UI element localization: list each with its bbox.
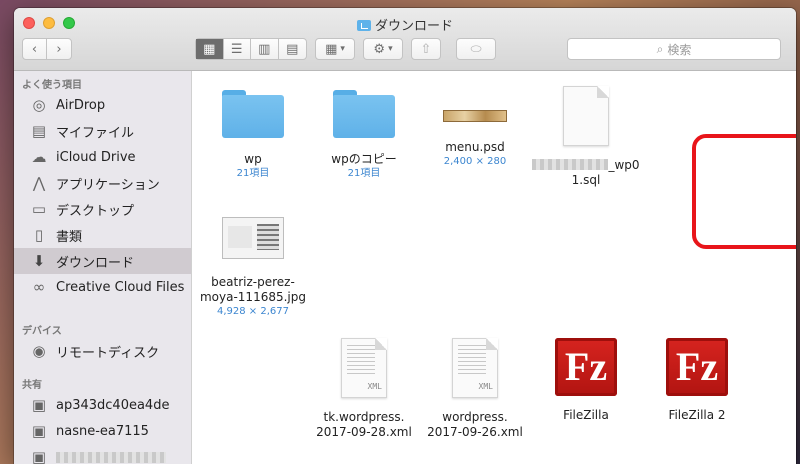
search-placeholder: 検索 <box>667 42 692 57</box>
view-mode-control: ▦ ☰ ▥ ▤ <box>195 38 307 60</box>
file-item[interactable]: XML tk.wordpress. 2017-09-28.xml <box>309 338 419 440</box>
filezilla-app-icon: Fz <box>666 338 728 396</box>
sidebar-item-shared-2[interactable]: ▣ nasne-ea7115 <box>14 418 191 444</box>
icon-view-button[interactable]: ▦ <box>196 39 224 59</box>
red-highlight-box <box>692 134 796 249</box>
chevron-down-icon: ▾ <box>340 44 345 54</box>
search-field[interactable]: ⌕ 検索 <box>567 38 781 60</box>
filezilla-app-icon: Fz <box>555 338 617 396</box>
window-title: ダウンロード <box>14 15 796 34</box>
gallery-icon: ▤ <box>286 41 299 57</box>
sidebar-item-remote-disc[interactable]: ◉ リモートディスク <box>14 338 191 364</box>
group-grid-icon: ▦ <box>325 41 338 57</box>
title-bar: ダウンロード ‹ › ▦ ☰ ▥ ▤ ▦ ▾ ⚙ ▾ ⇧ ⬭ ⌕ 検索 <box>14 8 796 71</box>
sidebar-item-downloads[interactable]: ⬇ ダウンロード <box>14 248 191 274</box>
share-button[interactable]: ⇧ <box>411 38 441 60</box>
documents-icon: ▯ <box>34 226 44 244</box>
computer-icon: ▣ <box>31 422 47 440</box>
sidebar-item-shared-1[interactable]: ▣ ap343dc40ea4de <box>14 392 191 418</box>
applications-icon: ⋀ <box>32 174 46 192</box>
back-forward-control: ‹ › <box>22 38 72 60</box>
image-thumbnail-icon <box>222 217 284 259</box>
file-name: wp <box>244 152 262 166</box>
creative-cloud-icon: ∞ <box>32 278 46 296</box>
file-item[interactable]: XML wordpress. 2017-09-26.xml <box>420 338 530 440</box>
sidebar-section-favorites: よく使う項目 <box>22 80 82 91</box>
tag-icon: ⬭ <box>470 41 482 57</box>
back-button[interactable]: ‹ <box>23 39 48 59</box>
group-button[interactable]: ▦ ▾ <box>315 38 355 60</box>
xml-document-icon: XML <box>341 338 387 398</box>
sidebar: よく使う項目 ◎ AirDrop ▤ マイファイル ☁ iCloud Drive ⋀ ア… <box>14 71 192 464</box>
file-name: wpのコピー <box>331 152 397 166</box>
sidebar-section-devices: デバイス <box>22 326 62 337</box>
file-info: 2,400 × 280 <box>443 156 507 167</box>
image-thumbnail-icon <box>443 110 507 122</box>
download-icon: ⬇ <box>32 252 46 270</box>
sidebar-item-airdrop[interactable]: ◎ AirDrop <box>14 92 191 118</box>
computer-icon: ▣ <box>31 396 47 414</box>
folder-icon <box>222 88 284 138</box>
xml-tag: XML <box>478 382 493 391</box>
document-icon <box>563 86 609 146</box>
computer-icon: ▣ <box>31 448 47 464</box>
share-icon: ⇧ <box>420 41 432 57</box>
file-item[interactable]: beatriz-perez-moya-111685.jpg 4,928 × 2,… <box>198 213 308 318</box>
chevron-left-icon: ‹ <box>31 41 38 57</box>
file-info: 4,928 × 2,677 <box>217 306 289 317</box>
redacted-name <box>532 159 609 170</box>
cloud-icon: ☁ <box>31 148 47 166</box>
sidebar-item-applications[interactable]: ⋀ アプリケーション <box>14 170 191 196</box>
xml-tag: XML <box>367 382 382 391</box>
download-folder-icon <box>356 20 371 31</box>
forward-button[interactable]: › <box>47 39 71 59</box>
sidebar-item-desktop[interactable]: ▭ デスクトップ <box>14 196 191 222</box>
folder-icon <box>333 88 395 138</box>
sidebar-item-shared-3[interactable]: ▣ <box>14 444 191 464</box>
sidebar-item-my-files[interactable]: ▤ マイファイル <box>14 118 191 144</box>
tags-button[interactable]: ⬭ <box>456 38 496 60</box>
chevron-right-icon: › <box>56 41 62 57</box>
file-info: 21項目 <box>347 168 381 179</box>
sidebar-item-documents[interactable]: ▯ 書類 <box>14 222 191 248</box>
airdrop-icon: ◎ <box>32 96 46 114</box>
disc-icon: ◉ <box>32 342 46 360</box>
desktop-icon: ▭ <box>31 200 47 218</box>
file-item-selected[interactable]: _wp0 1.sql <box>531 86 641 188</box>
file-item[interactable]: wp 21項目 <box>198 88 308 180</box>
file-info: 21項目 <box>236 168 270 179</box>
file-item[interactable]: menu.psd 2,400 × 280 <box>420 88 530 168</box>
file-name: beatriz-perez-moya-111685.jpg <box>199 275 306 304</box>
action-button[interactable]: ⚙ ▾ <box>363 38 403 60</box>
file-item[interactable]: wpのコピー 21項目 <box>309 88 419 180</box>
file-item[interactable]: Fz FileZilla <box>531 338 641 423</box>
list-icon: ☰ <box>230 41 243 57</box>
column-view-button[interactable]: ▥ <box>251 39 279 59</box>
file-name: tk.wordpress. 2017-09-28.xml <box>316 410 412 439</box>
sidebar-section-shared: 共有 <box>22 380 42 391</box>
gallery-view-button[interactable]: ▤ <box>279 39 306 59</box>
xml-document-icon: XML <box>452 338 498 398</box>
file-name: FileZilla <box>563 408 609 422</box>
sidebar-item-creative-cloud[interactable]: ∞ Creative Cloud Files <box>14 274 191 300</box>
finder-window: ダウンロード ‹ › ▦ ☰ ▥ ▤ ▦ ▾ ⚙ ▾ ⇧ ⬭ ⌕ 検索 よく使う項目 <box>14 8 796 464</box>
file-name: wordpress. 2017-09-26.xml <box>427 410 523 439</box>
file-name: FileZilla 2 <box>668 408 726 422</box>
gear-icon: ⚙ <box>373 41 386 57</box>
sidebar-item-icloud-drive[interactable]: ☁ iCloud Drive <box>14 144 191 170</box>
columns-icon: ▥ <box>258 41 271 57</box>
grid-icon: ▦ <box>203 41 216 57</box>
file-item[interactable]: Fz FileZilla 2 <box>642 338 752 423</box>
file-name: menu.psd <box>445 140 505 154</box>
search-icon: ⌕ <box>656 41 664 56</box>
list-view-button[interactable]: ☰ <box>224 39 251 59</box>
chevron-down-icon: ▾ <box>388 44 393 54</box>
my-files-icon: ▤ <box>31 122 47 140</box>
file-name: _wp0 1.sql <box>531 158 641 188</box>
file-browser: wp 21項目 wpのコピー 21項目 menu.psd 2,400 × 280… <box>192 71 796 464</box>
redacted-name <box>56 451 166 463</box>
